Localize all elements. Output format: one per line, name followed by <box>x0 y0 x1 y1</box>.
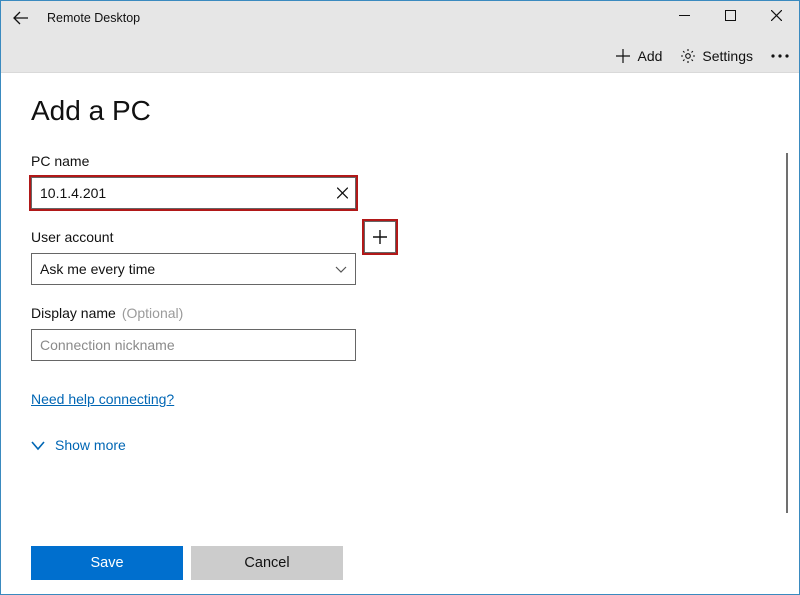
add-useraccount-button[interactable] <box>364 221 396 253</box>
x-icon <box>337 188 348 199</box>
more-button[interactable] <box>771 54 789 58</box>
add-button[interactable]: Add <box>615 48 662 64</box>
gear-icon <box>680 48 696 64</box>
maximize-icon <box>725 10 736 21</box>
minimize-icon <box>679 10 690 21</box>
add-label: Add <box>637 48 662 64</box>
save-button[interactable]: Save <box>31 546 183 580</box>
minimize-button[interactable] <box>661 1 707 29</box>
pcname-label: PC name <box>31 153 769 169</box>
plus-icon <box>615 48 631 64</box>
displayname-label: Display name <box>31 305 116 321</box>
plus-icon <box>373 230 387 244</box>
scrollbar-track[interactable] <box>786 153 788 513</box>
displayname-optional: (Optional) <box>122 305 183 321</box>
back-button[interactable] <box>1 1 41 35</box>
useraccount-selected: Ask me every time <box>40 261 155 277</box>
window-title: Remote Desktop <box>47 11 140 25</box>
settings-label: Settings <box>702 48 753 64</box>
show-more-toggle[interactable]: Show more <box>31 437 769 453</box>
cancel-button[interactable]: Cancel <box>191 546 343 580</box>
useraccount-label: User account <box>31 229 113 245</box>
displayname-input[interactable] <box>31 329 356 361</box>
close-window-button[interactable] <box>753 1 799 29</box>
footer: Save Cancel <box>31 546 343 580</box>
titlebar: Remote Desktop Add Settings <box>1 1 799 73</box>
chevron-down-icon <box>335 263 347 275</box>
displayname-field: Display name (Optional) <box>31 305 769 361</box>
help-link[interactable]: Need help connecting? <box>31 391 174 407</box>
settings-button[interactable]: Settings <box>680 48 753 64</box>
chevron-down-icon <box>31 439 45 451</box>
pcname-input[interactable] <box>31 177 356 209</box>
show-more-label: Show more <box>55 437 126 453</box>
page-title: Add a PC <box>31 95 769 127</box>
arrow-left-icon <box>13 10 29 26</box>
pcname-field: PC name <box>31 153 769 209</box>
more-icon <box>771 54 789 58</box>
maximize-button[interactable] <box>707 1 753 29</box>
close-icon <box>771 10 782 21</box>
content: Add a PC PC name User account Ask me eve… <box>1 73 799 453</box>
clear-pcname-button[interactable] <box>337 188 348 199</box>
useraccount-select[interactable]: Ask me every time <box>31 253 356 285</box>
useraccount-field: User account Ask me every time <box>31 229 769 285</box>
